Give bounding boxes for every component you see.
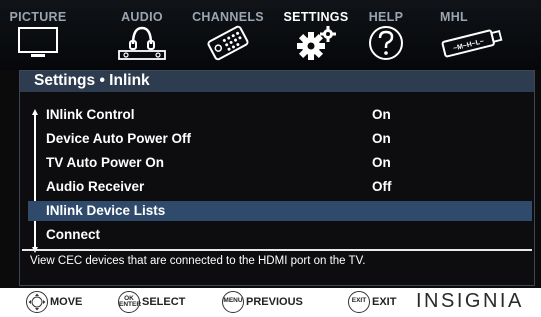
menu-item-tv-auto-power-on[interactable]: TV Auto Power On On [28, 153, 532, 173]
menu-item-value: On [372, 155, 391, 170]
menu-item-label: Connect [46, 227, 100, 242]
tab-channels[interactable]: CHANNELS [188, 0, 268, 70]
mhl-cable-icon: ~M~H~L~ [441, 29, 503, 58]
tab-mhl[interactable]: MHL ~M~H~L~ [432, 0, 512, 70]
tab-help[interactable]: HELP [360, 0, 412, 70]
menu-item-value: On [372, 131, 391, 146]
brand-logo: INSIGNIA [416, 290, 524, 312]
menu-icon: MENU [222, 291, 244, 313]
menu-item-value: Off [372, 179, 392, 194]
tv-icon [18, 27, 58, 57]
question-icon [369, 26, 403, 60]
control-hint-bar: MOVE OK ENTER SELECT MENU PREVIOUS EXIT … [0, 288, 541, 317]
menu-item-connect[interactable]: Connect [28, 225, 532, 245]
divider [22, 249, 532, 251]
tab-label: HELP [368, 10, 404, 24]
hint-label: PREVIOUS [246, 296, 303, 308]
ok-enter-icon: OK ENTER [118, 291, 141, 313]
tv-screen: PICTURE AUDIO CHANNELS SETTINGS HELP MHL… [0, 0, 541, 288]
menu-item-value: On [372, 107, 391, 122]
menu-item-device-auto-power-off[interactable]: Device Auto Power Off On [28, 129, 532, 149]
menu-item-label: TV Auto Power On [46, 155, 164, 170]
menu-item-audio-receiver[interactable]: Audio Receiver Off [28, 177, 532, 197]
tab-settings[interactable]: SETTINGS [281, 0, 351, 70]
page-title: Settings • Inlink [34, 72, 150, 89]
exit-icon: EXIT [348, 291, 370, 313]
tab-label: PICTURE [9, 10, 67, 24]
menu-item-label: INlink Control [46, 107, 135, 122]
menu-item-label: Audio Receiver [46, 179, 145, 194]
tab-picture[interactable]: PICTURE [8, 0, 68, 70]
headphones-icon [118, 26, 166, 60]
menu-item-inlink-control[interactable]: INlink Control On [28, 105, 532, 125]
tab-label: MHL [440, 10, 468, 24]
tab-audio[interactable]: AUDIO [112, 0, 172, 70]
menu-item-inlink-device-lists[interactable]: INlink Device Lists [28, 201, 532, 221]
menu-item-label: INlink Device Lists [46, 203, 166, 218]
hint-label: EXIT [372, 296, 397, 308]
hint-label: MOVE [50, 296, 83, 308]
tab-label: CHANNELS [192, 10, 264, 24]
dpad-icon [26, 291, 48, 313]
tab-label: AUDIO [121, 10, 163, 24]
panel-title-bar: Settings • Inlink [20, 71, 534, 92]
menu-item-label: Device Auto Power Off [46, 131, 192, 146]
help-text: View CEC devices that are connected to t… [30, 255, 366, 267]
menu-tab-bar: PICTURE AUDIO CHANNELS SETTINGS HELP MHL… [0, 0, 541, 70]
tab-label: SETTINGS [283, 10, 349, 24]
hint-label: SELECT [142, 296, 186, 308]
remote-icon [207, 25, 249, 61]
settings-panel: Settings • Inlink INlink Control On Devi… [19, 70, 535, 286]
gear-icon [297, 26, 336, 60]
